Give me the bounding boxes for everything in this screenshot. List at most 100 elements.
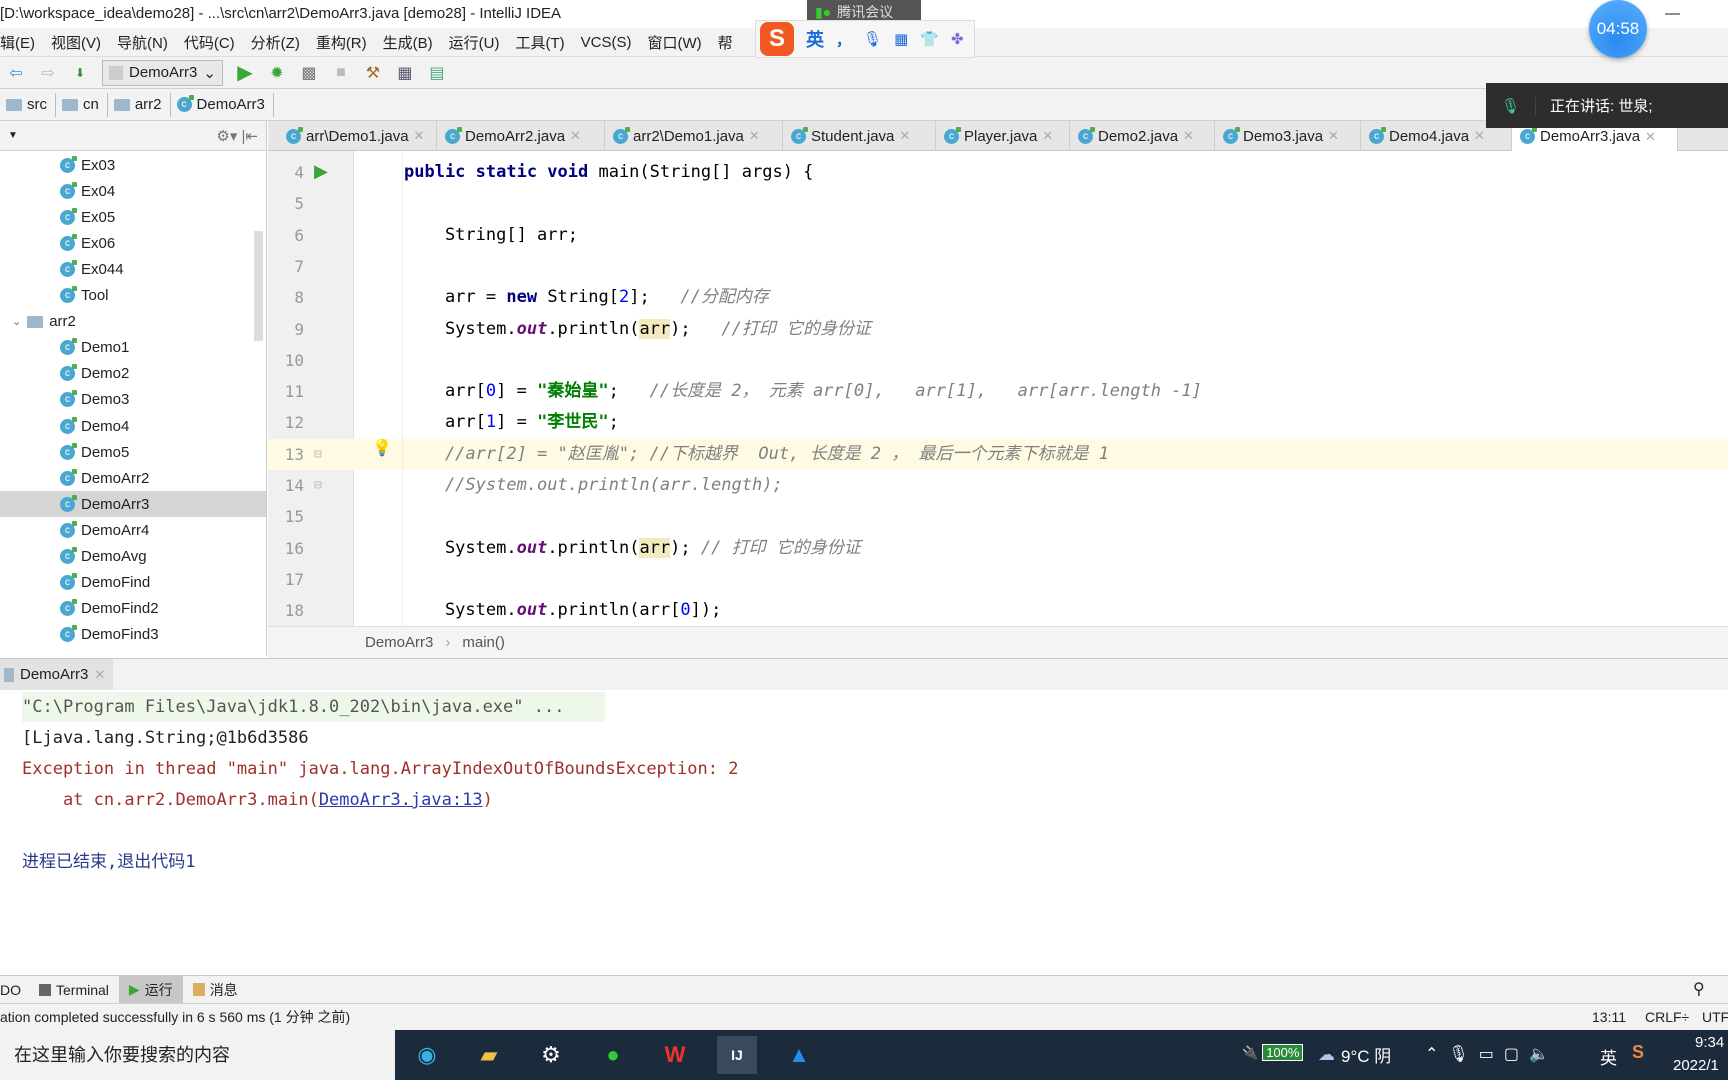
lightbulb-icon[interactable]: 💡: [372, 438, 392, 458]
tencent-meeting-icon[interactable]: ▲: [779, 1036, 819, 1074]
run-config-select[interactable]: DemoArr3 ⌄: [102, 59, 223, 86]
search-icon[interactable]: ⚲: [1693, 979, 1705, 999]
collapse-icon[interactable]: |⇤: [242, 128, 258, 145]
tree-item[interactable]: c Ex044: [0, 256, 266, 282]
fold-icon[interactable]: ⊟: [314, 470, 322, 501]
messages-tab[interactable]: 消息: [183, 980, 248, 1000]
intellij-icon[interactable]: IJ: [717, 1036, 757, 1074]
editor-tab[interactable]: c Demo3.java ✕: [1215, 121, 1361, 151]
run-tab[interactable]: DemoArr3 ✕: [0, 659, 114, 690]
close-icon[interactable]: ✕: [1042, 128, 1053, 144]
tree-item[interactable]: c Ex04: [0, 178, 266, 204]
tree-item[interactable]: c DemoArr2: [0, 465, 266, 491]
tree-item[interactable]: c Demo4: [0, 413, 266, 439]
wps-icon[interactable]: W: [655, 1036, 695, 1074]
breadcrumb-item[interactable]: c DemoArr3: [171, 92, 274, 117]
ime-lang[interactable]: 英: [806, 26, 824, 52]
encoding[interactable]: UTF: [1702, 1009, 1728, 1025]
close-icon[interactable]: ✕: [749, 128, 760, 144]
menu-item[interactable]: 辑(E): [0, 32, 35, 53]
build-icon[interactable]: ⬇: [69, 62, 91, 84]
forward-icon[interactable]: ⇨: [37, 62, 59, 84]
tree-item[interactable]: c Ex03: [0, 152, 266, 178]
tree-item[interactable]: c Demo5: [0, 439, 266, 465]
coverage-icon[interactable]: ▩: [298, 62, 320, 84]
close-icon[interactable]: ✕: [570, 128, 581, 144]
meeting-timer[interactable]: 04:58: [1589, 0, 1647, 58]
menu-item[interactable]: 分析(Z): [251, 32, 300, 53]
ime-punct[interactable]: ，: [836, 29, 851, 50]
sogou-icon[interactable]: S: [760, 22, 794, 56]
clock-time[interactable]: 9:34: [1695, 1034, 1724, 1051]
clock-date[interactable]: 2022/1: [1673, 1057, 1719, 1074]
sogou-tray-icon[interactable]: S: [1632, 1042, 1644, 1063]
tree-scrollbar[interactable]: [254, 231, 263, 341]
chevron-down-icon[interactable]: ⌄: [12, 315, 21, 328]
tree-item[interactable]: c DemoAvg: [0, 544, 266, 570]
back-icon[interactable]: ⇦: [5, 62, 27, 84]
tree-item[interactable]: c Ex05: [0, 204, 266, 230]
tree-item[interactable]: c Demo1: [0, 335, 266, 361]
crumb-class[interactable]: DemoArr3: [365, 634, 433, 651]
fold-icon[interactable]: ⊟: [314, 439, 322, 470]
mic-icon[interactable]: 🎙: [863, 30, 882, 48]
settings-icon[interactable]: ⚙: [531, 1036, 571, 1074]
run-tool-tab[interactable]: ▶ 运行: [118, 976, 183, 1003]
editor-tab[interactable]: c Demo2.java ✕: [1070, 121, 1215, 151]
menu-item[interactable]: 工具(T): [515, 32, 564, 53]
tree-item[interactable]: c DemoArr4: [0, 517, 266, 543]
breadcrumb-item[interactable]: cn: [56, 92, 108, 117]
editor-tab[interactable]: c arr\Demo1.java ✕: [278, 121, 437, 151]
minimize-button[interactable]: —: [1665, 0, 1680, 28]
wechat-icon[interactable]: ●: [593, 1036, 633, 1074]
tray-icons[interactable]: ⌃🎙▭▢🔈: [1425, 1044, 1559, 1064]
menu-item[interactable]: 运行(U): [449, 32, 500, 53]
edge-icon[interactable]: ◉: [407, 1036, 447, 1074]
close-icon[interactable]: ✕: [1328, 128, 1339, 144]
close-icon[interactable]: ✕: [1474, 128, 1485, 144]
menu-item[interactable]: 代码(C): [184, 32, 235, 53]
ime-toolbar[interactable]: S 英 ， 🎙 ▦ 👕 ✤: [755, 20, 975, 58]
tree-item[interactable]: c Tool: [0, 283, 266, 309]
stop-icon[interactable]: ■: [330, 62, 352, 84]
cursor-position[interactable]: 13:11: [1592, 1009, 1626, 1025]
close-icon[interactable]: ✕: [899, 128, 910, 144]
stacktrace-link[interactable]: DemoArr3.java:13: [319, 790, 483, 810]
breadcrumb-item[interactable]: src: [0, 92, 56, 117]
menu-item[interactable]: 导航(N): [117, 32, 168, 53]
run-gutter-icon[interactable]: ▶: [314, 161, 328, 182]
line-separator[interactable]: CRLF÷: [1645, 1009, 1689, 1025]
code-editor[interactable]: 4 public static void main(String[] args) …: [268, 151, 1728, 626]
editor-tab[interactable]: c Student.java ✕: [783, 121, 936, 151]
tree-item[interactable]: c DemoFind3: [0, 622, 266, 648]
close-icon[interactable]: ✕: [414, 128, 425, 144]
keyboard-icon[interactable]: ▦: [894, 30, 908, 48]
menu-item[interactable]: 生成(B): [383, 32, 433, 53]
tree-item[interactable]: c DemoFind2: [0, 596, 266, 622]
tree-item[interactable]: c Demo2: [0, 361, 266, 387]
menu-item[interactable]: VCS(S): [581, 34, 632, 51]
breadcrumb-item[interactable]: arr2: [108, 92, 171, 117]
ime-indicator[interactable]: 英: [1600, 1044, 1617, 1069]
menu-item[interactable]: 重构(R): [316, 32, 367, 53]
todo-tab[interactable]: DO: [0, 982, 29, 998]
project-structure-icon[interactable]: ▦: [394, 62, 416, 84]
menu-item[interactable]: 窗口(W): [647, 32, 701, 53]
gear-icon[interactable]: ⚙▾: [216, 128, 237, 145]
editor-tab[interactable]: c arr2\Demo1.java ✕: [605, 121, 783, 151]
close-icon[interactable]: ✕: [1183, 128, 1194, 144]
menu-item[interactable]: 视图(V): [51, 32, 101, 53]
tree-item[interactable]: c DemoArr3: [0, 491, 266, 518]
editor-tab[interactable]: c Player.java ✕: [936, 121, 1070, 151]
close-icon[interactable]: ✕: [1645, 129, 1656, 145]
taskbar-search[interactable]: 在这里输入你要搜索的内容: [0, 1030, 395, 1080]
vcs-icon[interactable]: ▤: [426, 62, 448, 84]
crumb-method[interactable]: main(): [462, 634, 505, 651]
dropdown-icon[interactable]: ▼: [8, 130, 18, 141]
tree-item[interactable]: c Demo3: [0, 387, 266, 413]
weather[interactable]: ☁ 9°C 阴: [1318, 1042, 1391, 1067]
console-output[interactable]: "C:\Program Files\Java\jdk1.8.0_202\bin\…: [0, 690, 1728, 975]
terminal-tab[interactable]: Terminal: [29, 982, 119, 998]
settings-wrench-icon[interactable]: ⚒: [362, 62, 384, 84]
battery[interactable]: 🔌 100%: [1242, 1044, 1304, 1061]
